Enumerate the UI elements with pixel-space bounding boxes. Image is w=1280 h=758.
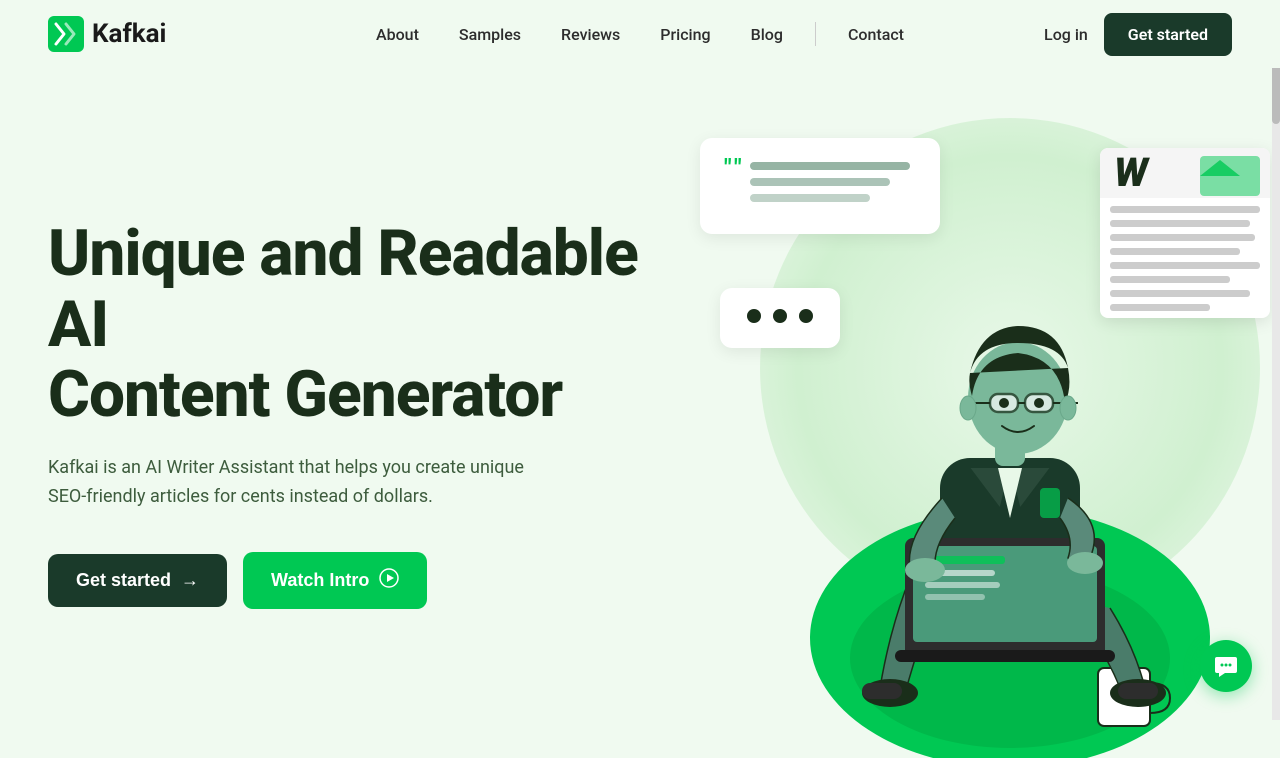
nav-pricing[interactable]: Pricing: [644, 17, 726, 52]
nav-about[interactable]: About: [360, 17, 435, 52]
nav-right: Log in Get started: [1044, 13, 1232, 56]
nav-samples[interactable]: Samples: [443, 17, 537, 52]
chat-icon: [1213, 653, 1239, 679]
watch-intro-button[interactable]: Watch Intro: [243, 552, 427, 609]
hero-illustration: " " W: [660, 58, 1280, 758]
brand-name: Kafkai: [92, 19, 166, 49]
hero-buttons: Get started → Watch Intro: [48, 552, 699, 609]
arrow-icon: →: [181, 570, 199, 591]
svg-text:": ": [734, 154, 742, 182]
scrollbar[interactable]: [1272, 0, 1280, 720]
logo-link[interactable]: Kafkai: [48, 16, 166, 52]
chat-widget[interactable]: [1200, 640, 1252, 692]
nav-reviews[interactable]: Reviews: [545, 17, 636, 52]
play-icon: [379, 568, 399, 593]
nav-contact[interactable]: Contact: [832, 17, 920, 52]
nav-blog[interactable]: Blog: [735, 17, 799, 52]
nav-divider: [815, 22, 816, 46]
hero-person-illustration: [750, 178, 1250, 758]
navbar: Kafkai About Samples Reviews Pricing Blo…: [0, 0, 1280, 68]
logo-icon: [48, 16, 84, 52]
hero-content: Unique and Readable AI Content Generator…: [48, 219, 699, 609]
get-started-hero-button[interactable]: Get started →: [48, 554, 227, 607]
hero-subtitle: Kafkai is an AI Writer Assistant that he…: [48, 454, 548, 512]
hero-section: Unique and Readable AI Content Generator…: [0, 68, 1280, 720]
hero-title: Unique and Readable AI Content Generator: [48, 219, 699, 430]
login-button[interactable]: Log in: [1044, 25, 1088, 44]
get-started-nav-button[interactable]: Get started: [1104, 13, 1232, 56]
nav-links: About Samples Reviews Pricing Blog Conta…: [360, 22, 920, 46]
svg-text:": ": [724, 154, 732, 182]
